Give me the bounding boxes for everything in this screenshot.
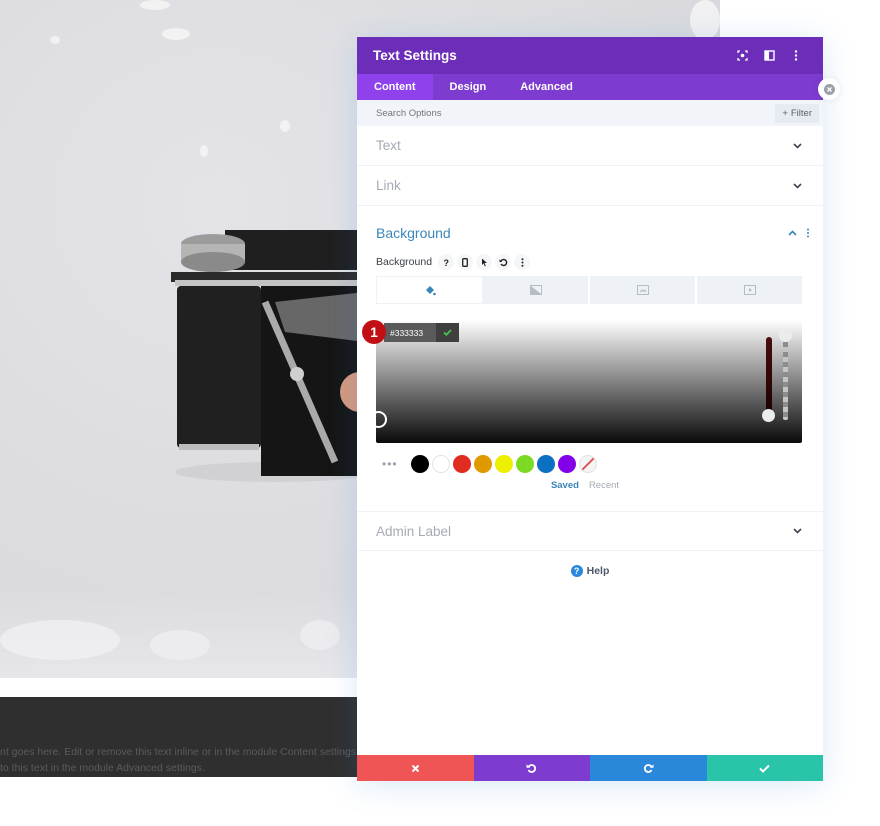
swatch-green[interactable]: [516, 455, 534, 473]
page: nt goes here. Edit or remove this text i…: [0, 0, 880, 826]
help-link[interactable]: ? Help: [357, 565, 823, 577]
more-swatches-icon[interactable]: •••: [382, 457, 408, 471]
section-title: Text: [376, 138, 401, 153]
bg-tab-image[interactable]: [590, 276, 697, 304]
help-circle-icon: ?: [570, 565, 583, 577]
fullscreen-icon[interactable]: [731, 45, 753, 67]
section-title: Link: [376, 178, 401, 193]
swatch-purple[interactable]: [558, 455, 576, 473]
section-text[interactable]: Text: [357, 126, 823, 166]
check-icon: [759, 764, 770, 773]
close-icon: [823, 83, 835, 95]
panel-title: Text Settings: [373, 48, 457, 63]
split-view-icon[interactable]: [758, 45, 780, 67]
mobile-icon[interactable]: [457, 254, 474, 270]
body-text-line: to this text in the module Advanced sett…: [0, 762, 205, 774]
video-icon: [743, 285, 756, 295]
chevron-down-icon: [791, 140, 803, 152]
swatch-blue[interactable]: [537, 455, 555, 473]
more-icon[interactable]: [514, 254, 531, 270]
image-icon: [636, 285, 649, 295]
panel-footer: [357, 755, 823, 781]
background-field-label: Background: [376, 256, 433, 268]
help-label: Help: [586, 565, 610, 577]
chevron-down-icon: [791, 525, 803, 537]
confirm-color-button[interactable]: [436, 323, 459, 342]
more-vertical-icon[interactable]: [785, 45, 807, 67]
body-text-line: nt goes here. Edit or remove this text i…: [0, 746, 360, 758]
undo-button[interactable]: [473, 755, 590, 781]
tab-content[interactable]: Content: [357, 74, 433, 100]
section-title: Admin Label: [376, 523, 452, 539]
saved-swatches-tab[interactable]: Saved: [551, 480, 579, 491]
section-more-icon[interactable]: [802, 227, 814, 239]
redo-icon: [643, 763, 654, 773]
text-settings-panel: Text Settings Content Design Advanced + …: [357, 37, 823, 781]
swatch-black[interactable]: [411, 455, 429, 473]
opacity-slider[interactable]: [783, 332, 788, 420]
search-row: + Filter: [357, 100, 823, 126]
reset-icon[interactable]: [495, 254, 512, 270]
section-admin-label[interactable]: Admin Label: [357, 511, 823, 551]
cursor-icon[interactable]: [476, 254, 493, 270]
search-options-input[interactable]: [376, 107, 776, 119]
chevron-down-icon: [791, 180, 803, 192]
panel-header[interactable]: Text Settings: [357, 37, 823, 74]
help-icon[interactable]: ?: [438, 254, 455, 270]
undo-icon: [526, 763, 537, 773]
saturation-handle[interactable]: [370, 411, 387, 428]
camera-image: [171, 230, 365, 482]
bg-tab-gradient[interactable]: [483, 276, 590, 304]
section-title: Background: [376, 225, 451, 241]
background-section-header[interactable]: Background: [376, 206, 814, 258]
redo-button[interactable]: [590, 755, 707, 781]
check-icon: [443, 329, 452, 336]
step-badge: 1: [362, 320, 386, 344]
swatch-transparent[interactable]: [579, 455, 597, 473]
panel-tabs: Content Design Advanced: [357, 74, 823, 100]
close-icon: [411, 764, 419, 772]
gradient-icon: [529, 285, 542, 295]
recent-swatches-tab[interactable]: Recent: [589, 480, 619, 491]
filter-button[interactable]: + Filter: [775, 103, 819, 123]
chevron-up-icon[interactable]: [786, 227, 798, 239]
hue-slider[interactable]: [766, 337, 772, 415]
hue-slider-handle[interactable]: [762, 409, 775, 422]
swatch-orange[interactable]: [474, 455, 492, 473]
dark-section-body-text: nt goes here. Edit or remove this text i…: [0, 744, 360, 776]
cancel-button[interactable]: [357, 755, 474, 781]
hex-color-input[interactable]: [384, 323, 436, 342]
opacity-slider-handle[interactable]: [779, 329, 792, 342]
color-picker-area[interactable]: 1: [362, 320, 802, 443]
tab-design[interactable]: Design: [433, 74, 504, 100]
section-link[interactable]: Link: [357, 166, 823, 206]
paint-bucket-icon: [425, 285, 436, 295]
plus-icon: +: [782, 107, 788, 119]
swatch-yellow[interactable]: [495, 455, 513, 473]
section-background: Background Background ? #333333 1 ••• Sa…: [357, 206, 823, 491]
bg-tab-video[interactable]: [697, 276, 802, 304]
tab-advanced[interactable]: Advanced: [503, 74, 590, 100]
filter-label: Filter: [790, 107, 812, 119]
svg-text:?: ?: [444, 258, 450, 267]
panel-close-handle[interactable]: [818, 78, 840, 100]
swatch-red[interactable]: [453, 455, 471, 473]
save-button[interactable]: [706, 755, 823, 781]
color-swatches: •••: [376, 454, 814, 474]
background-type-tabs: [376, 276, 802, 304]
bg-tab-color[interactable]: [376, 276, 483, 304]
swatch-tabs: Saved Recent: [376, 480, 814, 491]
background-field-label-row: Background ?: [376, 254, 814, 270]
swatch-white[interactable]: [432, 455, 450, 473]
